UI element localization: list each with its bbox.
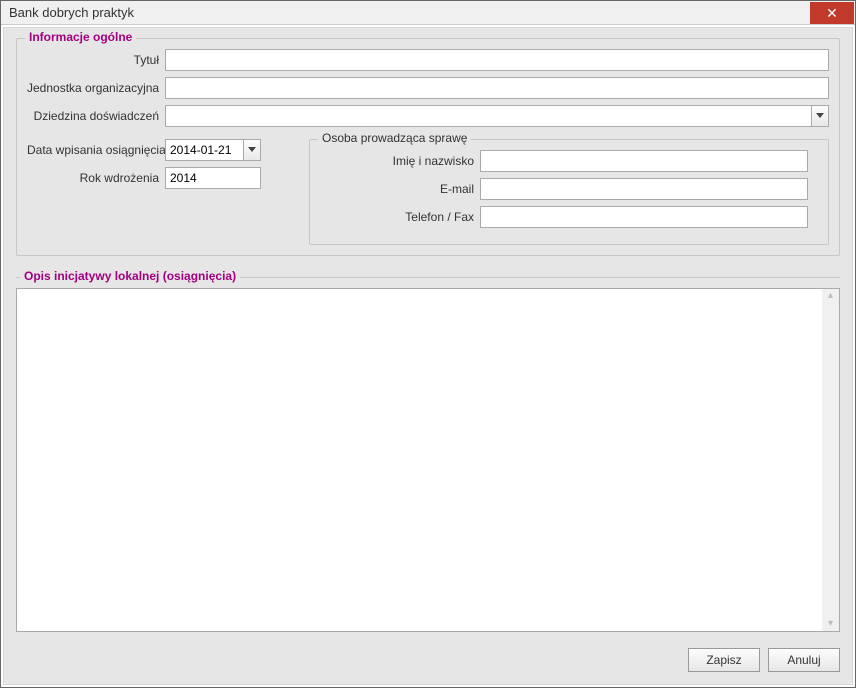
label-entry-date: Data wpisania osiągnięcia bbox=[27, 143, 165, 157]
close-icon: ✕ bbox=[826, 6, 838, 20]
scroll-down-icon: ▾ bbox=[828, 619, 833, 629]
fieldset-contact-legend: Osoba prowadząca sprawę bbox=[318, 131, 471, 145]
save-button[interactable]: Zapisz bbox=[688, 648, 760, 672]
cancel-button[interactable]: Anuluj bbox=[768, 648, 840, 672]
label-phone: Telefon / Fax bbox=[310, 210, 480, 224]
date-entry-button[interactable] bbox=[243, 139, 261, 161]
dialog-footer: Zapisz Anuluj bbox=[16, 646, 840, 672]
label-person-name: Imię i nazwisko bbox=[310, 154, 480, 168]
scroll-up-icon: ▴ bbox=[828, 291, 833, 301]
textarea-description[interactable] bbox=[17, 289, 822, 631]
combo-domain-button[interactable] bbox=[811, 105, 829, 127]
titlebar: Bank dobrych praktyk ✕ bbox=[1, 1, 855, 25]
dialog-window: Bank dobrych praktyk ✕ Informacje ogólne… bbox=[0, 0, 856, 688]
scrollbar[interactable]: ▴ ▾ bbox=[822, 289, 839, 631]
col-dates: Data wpisania osiągnięcia Rok wdrożenia bbox=[27, 139, 297, 245]
label-org-unit: Jednostka organizacyjna bbox=[27, 81, 165, 95]
input-title[interactable] bbox=[165, 49, 829, 71]
input-phone[interactable] bbox=[480, 206, 808, 228]
general-rows: Tytuł Jednostka organizacyjna Dziedzina … bbox=[27, 49, 829, 127]
close-button[interactable]: ✕ bbox=[810, 2, 854, 24]
date-entry-input[interactable] bbox=[165, 139, 243, 161]
general-two-col: Data wpisania osiągnięcia Rok wdrożenia bbox=[27, 139, 829, 245]
contact-rows: Imię i nazwisko E-mail Telefon / Fax bbox=[310, 150, 818, 228]
date-entry[interactable] bbox=[165, 139, 261, 161]
input-org-unit[interactable] bbox=[165, 77, 829, 99]
input-person-name[interactable] bbox=[480, 150, 808, 172]
chevron-down-icon bbox=[816, 113, 824, 119]
fieldset-general-legend: Informacje ogólne bbox=[25, 30, 136, 44]
fieldset-contact: Osoba prowadząca sprawę Imię i nazwisko … bbox=[309, 139, 829, 245]
section-description: Opis inicjatywy lokalnej (osiągnięcia) ▴… bbox=[16, 270, 840, 632]
label-domain: Dziedzina doświadczeń bbox=[27, 109, 165, 123]
textarea-description-wrap: ▴ ▾ bbox=[16, 288, 840, 632]
fieldset-general: Informacje ogólne Tytuł Jednostka organi… bbox=[16, 38, 840, 256]
window-title: Bank dobrych praktyk bbox=[9, 5, 134, 20]
label-year: Rok wdrożenia bbox=[27, 171, 165, 185]
combo-domain-input[interactable] bbox=[165, 105, 811, 127]
combo-domain[interactable] bbox=[165, 105, 829, 127]
chevron-down-icon bbox=[248, 147, 256, 153]
section-description-legend: Opis inicjatywy lokalnej (osiągnięcia) bbox=[20, 269, 240, 283]
dialog-body: Informacje ogólne Tytuł Jednostka organi… bbox=[3, 27, 853, 685]
input-year[interactable] bbox=[165, 167, 261, 189]
label-title: Tytuł bbox=[27, 53, 165, 67]
label-email: E-mail bbox=[310, 182, 480, 196]
input-email[interactable] bbox=[480, 178, 808, 200]
